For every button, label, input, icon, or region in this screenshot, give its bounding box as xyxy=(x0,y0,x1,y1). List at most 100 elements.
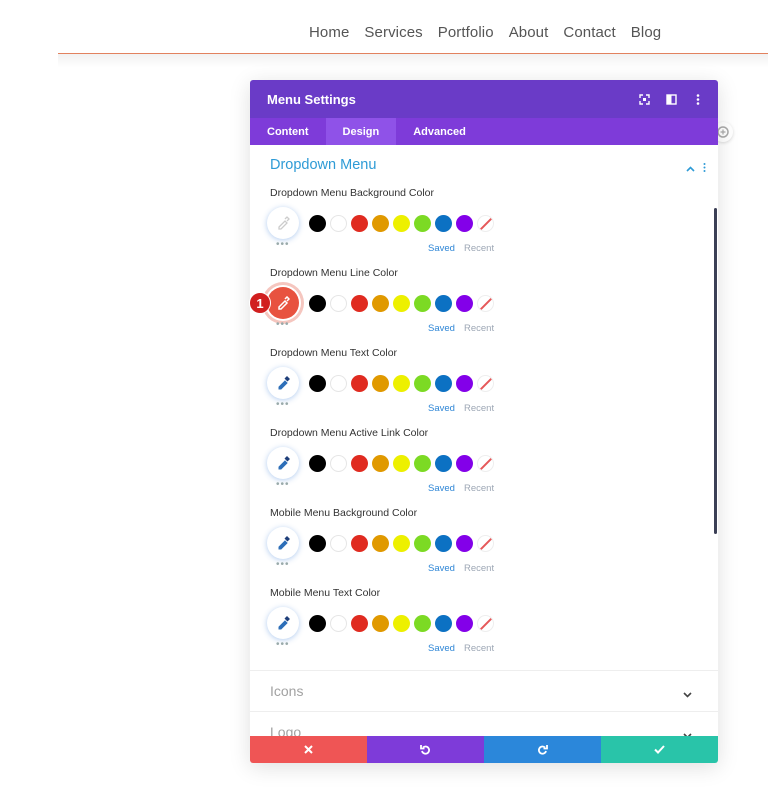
nav-link-blog[interactable]: Blog xyxy=(631,24,661,41)
swatch-orange[interactable] xyxy=(372,215,389,232)
section-options-icon[interactable] xyxy=(703,159,706,177)
nav-link-about[interactable]: About xyxy=(509,24,549,41)
swatch-orange[interactable] xyxy=(372,375,389,392)
swatch-white[interactable] xyxy=(330,215,347,232)
swatch-yellow[interactable] xyxy=(393,615,410,632)
more-colors-icon[interactable]: ••• xyxy=(276,320,290,330)
color-picker-button[interactable] xyxy=(267,367,299,399)
swatch-clear[interactable] xyxy=(477,615,494,632)
swatch-blue[interactable] xyxy=(435,455,452,472)
more-options-icon[interactable] xyxy=(692,93,704,105)
swatch-blue[interactable] xyxy=(435,295,452,312)
swatch-purple[interactable] xyxy=(456,295,473,312)
saved-colors-tab[interactable]: Saved xyxy=(428,483,455,494)
color-picker-button[interactable] xyxy=(267,207,299,239)
swatch-black[interactable] xyxy=(309,375,326,392)
swatch-blue[interactable] xyxy=(435,615,452,632)
swatch-red[interactable] xyxy=(351,375,368,392)
swatch-black[interactable] xyxy=(309,535,326,552)
swatch-blue[interactable] xyxy=(435,215,452,232)
icons-section[interactable]: Icons xyxy=(250,670,718,710)
swatch-white[interactable] xyxy=(330,375,347,392)
swatch-white[interactable] xyxy=(330,535,347,552)
swatch-clear[interactable] xyxy=(477,455,494,472)
save-button[interactable] xyxy=(601,736,718,763)
swatch-red[interactable] xyxy=(351,535,368,552)
swatch-purple[interactable] xyxy=(456,615,473,632)
swatch-red[interactable] xyxy=(351,455,368,472)
swatch-clear[interactable] xyxy=(477,375,494,392)
swatch-green[interactable] xyxy=(414,375,431,392)
swatch-yellow[interactable] xyxy=(393,375,410,392)
split-view-icon[interactable] xyxy=(665,93,677,105)
nav-link-home[interactable]: Home xyxy=(309,24,349,41)
fullscreen-icon[interactable] xyxy=(638,93,650,105)
tab-advanced[interactable]: Advanced xyxy=(396,118,483,145)
saved-colors-tab[interactable]: Saved xyxy=(428,243,455,254)
more-colors-icon[interactable]: ••• xyxy=(276,560,290,570)
nav-link-portfolio[interactable]: Portfolio xyxy=(438,24,494,41)
recent-colors-tab[interactable]: Recent xyxy=(464,643,494,654)
more-colors-icon[interactable]: ••• xyxy=(276,640,290,650)
swatch-clear[interactable] xyxy=(477,535,494,552)
more-colors-icon[interactable]: ••• xyxy=(276,400,290,410)
swatch-white[interactable] xyxy=(330,615,347,632)
redo-button[interactable] xyxy=(484,736,601,763)
swatch-white[interactable] xyxy=(330,295,347,312)
recent-colors-tab[interactable]: Recent xyxy=(464,403,494,414)
swatch-orange[interactable] xyxy=(372,535,389,552)
swatch-green[interactable] xyxy=(414,455,431,472)
swatch-green[interactable] xyxy=(414,215,431,232)
scrollbar[interactable] xyxy=(714,208,717,534)
nav-link-contact[interactable]: Contact xyxy=(563,24,615,41)
swatch-purple[interactable] xyxy=(456,375,473,392)
swatch-black[interactable] xyxy=(309,295,326,312)
saved-colors-tab[interactable]: Saved xyxy=(428,323,455,334)
swatch-clear[interactable] xyxy=(477,215,494,232)
swatch-green[interactable] xyxy=(414,535,431,552)
swatch-green[interactable] xyxy=(414,295,431,312)
chevron-up-icon[interactable] xyxy=(686,159,695,177)
swatch-black[interactable] xyxy=(309,215,326,232)
nav-link-services[interactable]: Services xyxy=(364,24,422,41)
dropdown-menu-section-header[interactable]: Dropdown Menu xyxy=(250,145,718,185)
swatch-red[interactable] xyxy=(351,215,368,232)
swatch-yellow[interactable] xyxy=(393,215,410,232)
undo-button[interactable] xyxy=(367,736,484,763)
color-picker-button[interactable] xyxy=(267,607,299,639)
more-colors-icon[interactable]: ••• xyxy=(276,480,290,490)
swatch-clear[interactable] xyxy=(477,295,494,312)
swatch-red[interactable] xyxy=(351,615,368,632)
color-picker-button[interactable] xyxy=(267,287,299,319)
swatch-blue[interactable] xyxy=(435,535,452,552)
swatch-orange[interactable] xyxy=(372,295,389,312)
swatch-purple[interactable] xyxy=(456,215,473,232)
color-picker-button[interactable] xyxy=(267,447,299,479)
color-picker-button[interactable] xyxy=(267,527,299,559)
swatch-purple[interactable] xyxy=(456,455,473,472)
swatch-yellow[interactable] xyxy=(393,535,410,552)
saved-colors-tab[interactable]: Saved xyxy=(428,643,455,654)
recent-colors-tab[interactable]: Recent xyxy=(464,323,494,334)
swatch-green[interactable] xyxy=(414,615,431,632)
tab-content[interactable]: Content xyxy=(250,118,326,145)
recent-colors-tab[interactable]: Recent xyxy=(464,483,494,494)
swatch-yellow[interactable] xyxy=(393,455,410,472)
swatch-yellow[interactable] xyxy=(393,295,410,312)
swatch-purple[interactable] xyxy=(456,535,473,552)
recent-colors-tab[interactable]: Recent xyxy=(464,563,494,574)
swatch-blue[interactable] xyxy=(435,375,452,392)
swatch-orange[interactable] xyxy=(372,615,389,632)
saved-colors-tab[interactable]: Saved xyxy=(428,403,455,414)
tab-design[interactable]: Design xyxy=(325,118,397,145)
swatch-orange[interactable] xyxy=(372,455,389,472)
chevron-down-icon[interactable] xyxy=(683,685,692,703)
swatch-red[interactable] xyxy=(351,295,368,312)
recent-colors-tab[interactable]: Recent xyxy=(464,243,494,254)
cancel-button[interactable] xyxy=(250,736,367,763)
saved-colors-tab[interactable]: Saved xyxy=(428,563,455,574)
swatch-white[interactable] xyxy=(330,455,347,472)
swatch-black[interactable] xyxy=(309,615,326,632)
more-colors-icon[interactable]: ••• xyxy=(276,240,290,250)
swatch-black[interactable] xyxy=(309,455,326,472)
